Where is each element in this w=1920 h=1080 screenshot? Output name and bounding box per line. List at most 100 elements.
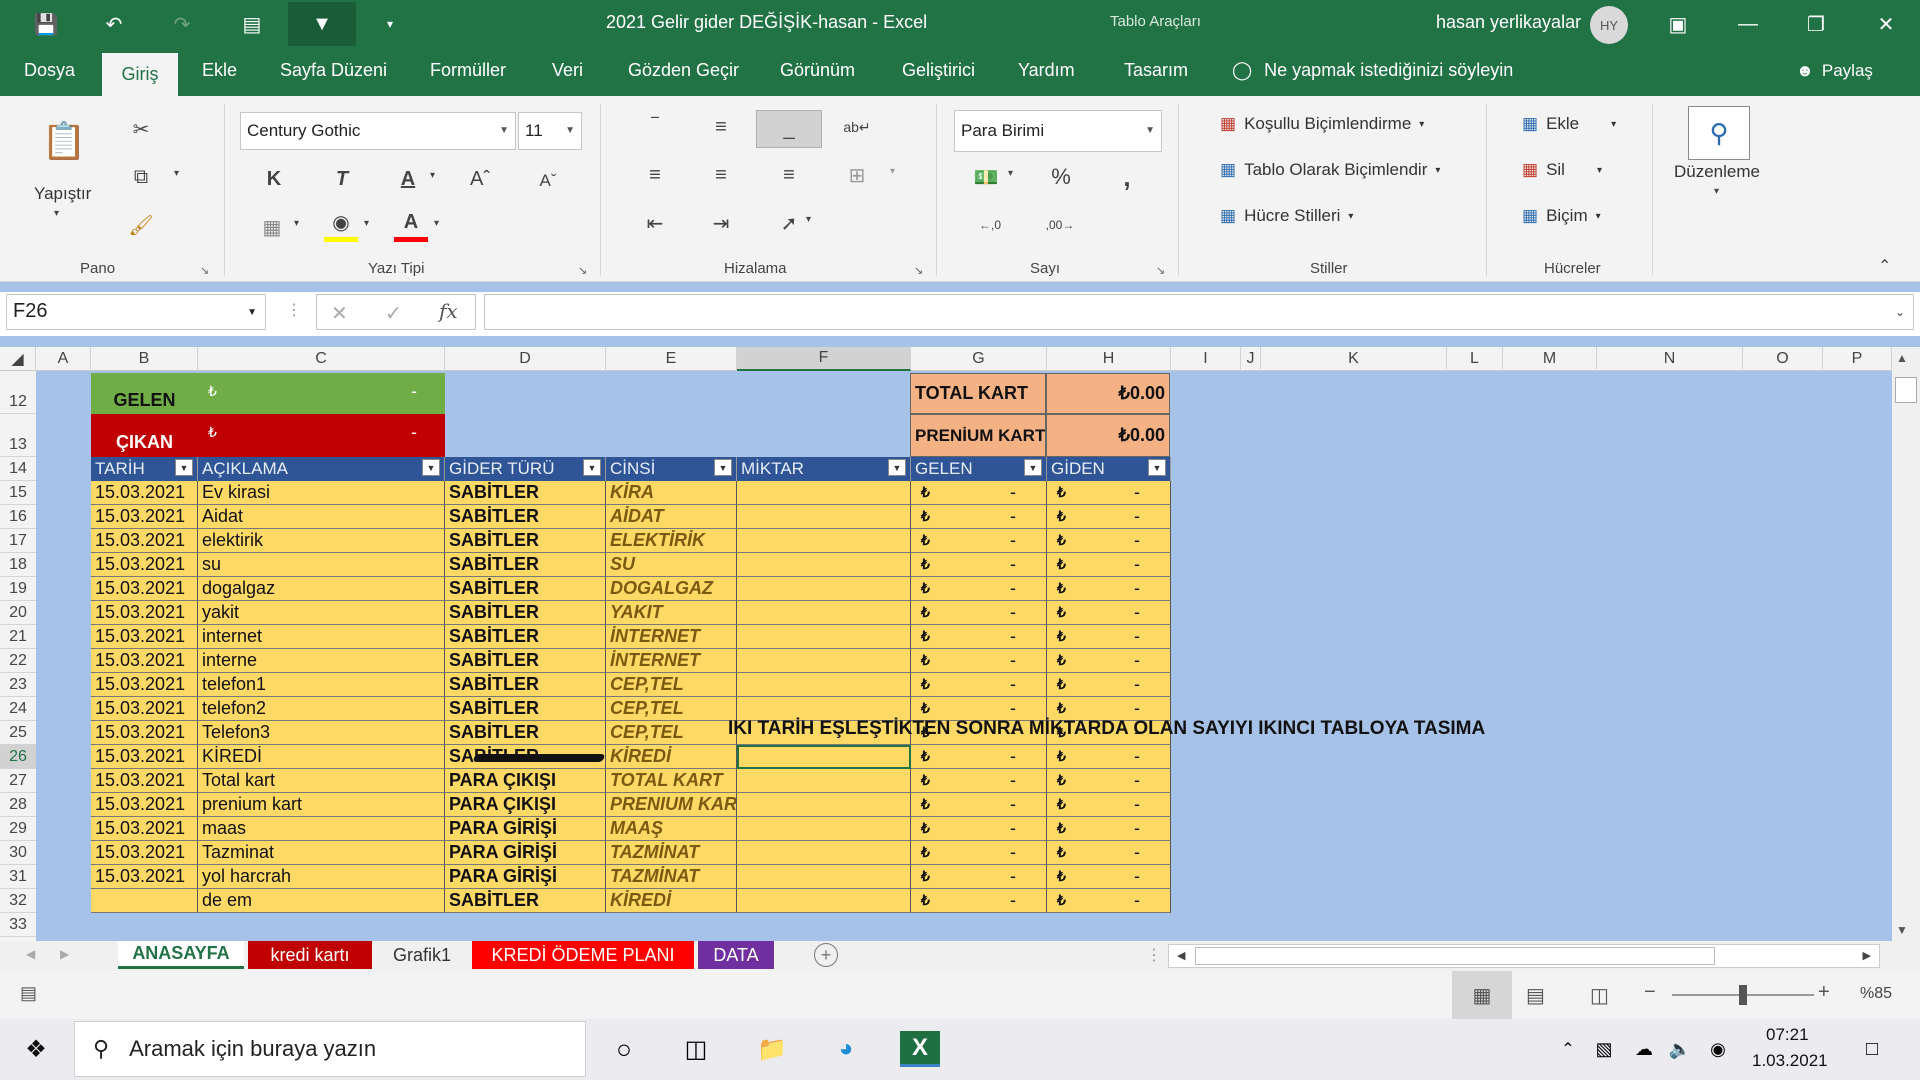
filter-dropdown-icon[interactable]: ▼ <box>422 459 440 476</box>
table-cell[interactable]: de em <box>198 889 445 913</box>
miktar-cell[interactable] <box>737 817 911 841</box>
orientation-dropdown-icon[interactable]: ▾ <box>806 214 811 225</box>
miktar-cell[interactable] <box>737 601 911 625</box>
filter-icon[interactable]: ▼ <box>288 2 356 46</box>
name-box[interactable]: F26 ▼ <box>6 294 266 330</box>
table-cell[interactable]: SABİTLER <box>445 889 606 913</box>
underline-dropdown-icon[interactable]: ▾ <box>430 170 435 181</box>
horizontal-scrollbar[interactable]: ◀ ▶ <box>1168 944 1880 968</box>
percent-style-icon[interactable]: % <box>1044 162 1078 192</box>
tab-formuller[interactable]: Formüller <box>430 60 506 81</box>
worksheet[interactable]: GELEN ₺ - ÇIKAN ₺ - TOTAL KART ₺0.00 PRE… <box>36 371 1892 941</box>
column-title[interactable]: AÇIKLAMA ▼ <box>198 457 445 481</box>
table-cell[interactable]: PARA GİRİŞİ <box>445 865 606 889</box>
table-cell[interactable]: 15.03.2021 <box>91 745 198 769</box>
miktar-cell[interactable] <box>737 841 911 865</box>
table-cell[interactable]: SABİTLER <box>445 577 606 601</box>
row-header[interactable]: 20 <box>0 601 36 625</box>
volume-icon[interactable]: 🔈 <box>1660 1031 1700 1067</box>
table-cell[interactable]: 15.03.2021 <box>91 601 198 625</box>
giden-cell[interactable]: ₺ - <box>1047 577 1171 601</box>
table-cell[interactable]: TAZMİNAT <box>606 841 737 865</box>
fill-color-dropdown-icon[interactable]: ▾ <box>364 218 369 229</box>
table-cell[interactable]: YAKIT <box>606 601 737 625</box>
format-as-table-button[interactable]: ▦ Tablo Olarak Biçimlendir ▾ <box>1220 160 1440 180</box>
giden-cell[interactable]: ₺ - <box>1047 889 1171 913</box>
formula-input[interactable]: ⌄ <box>484 294 1914 330</box>
column-header[interactable]: O <box>1743 347 1823 371</box>
filter-dropdown-icon[interactable]: ▼ <box>175 459 193 476</box>
column-header[interactable]: D <box>445 347 606 371</box>
row-header[interactable]: 30 <box>0 841 36 865</box>
gelen-cell[interactable]: ₺ - <box>911 841 1047 865</box>
zoom-out-icon[interactable]: − <box>1644 981 1656 1004</box>
undo-icon[interactable]: ↶ <box>98 9 130 39</box>
miktar-cell[interactable] <box>737 649 911 673</box>
pano-launcher-icon[interactable]: ↘ <box>200 264 209 277</box>
row-header[interactable]: 15 <box>0 481 36 505</box>
decrease-decimal-icon[interactable]: ,00→ <box>1040 208 1080 242</box>
font-name-select[interactable]: Century Gothic ▼ <box>240 112 516 150</box>
giden-cell[interactable]: ₺ - <box>1047 625 1171 649</box>
tab-sayfa-duzeni[interactable]: Sayfa Düzeni <box>280 60 387 81</box>
table-cell[interactable]: KİREDİ <box>606 889 737 913</box>
column-title[interactable]: GİDEN ▼ <box>1047 457 1171 481</box>
restore-icon[interactable]: ❐ <box>1796 8 1836 40</box>
scroll-thumb[interactable] <box>1195 947 1715 965</box>
miktar-cell[interactable] <box>737 553 911 577</box>
table-cell[interactable]: yol harcrah <box>198 865 445 889</box>
filter-dropdown-icon[interactable]: ▼ <box>1148 459 1166 476</box>
editing-dropdown-icon[interactable]: ▾ <box>1714 186 1719 197</box>
filter-dropdown-icon[interactable]: ▼ <box>888 459 906 476</box>
taskbar-search[interactable]: ⚲ Aramak için buraya yazın <box>74 1021 586 1077</box>
gelen-cell[interactable]: ₺ - <box>911 601 1047 625</box>
table-cell[interactable]: SABİTLER <box>445 481 606 505</box>
notifications-icon[interactable]: □ <box>1852 1031 1892 1067</box>
column-header[interactable]: K <box>1261 347 1447 371</box>
redo-icon[interactable]: ↷ <box>166 9 198 39</box>
save-icon[interactable]: 💾 <box>30 9 62 39</box>
ribbon-display-icon[interactable]: ▣ <box>1658 8 1698 40</box>
prev-sheet-icon[interactable]: ◀ <box>26 947 35 961</box>
column-title[interactable]: GİDER TÜRÜ ▼ <box>445 457 606 481</box>
battery-icon[interactable]: ▧ <box>1584 1031 1624 1067</box>
accounting-dropdown-icon[interactable]: ▾ <box>1008 168 1013 179</box>
column-header-selected[interactable]: F <box>737 347 911 371</box>
row-header[interactable]: 29 <box>0 817 36 841</box>
miktar-cell[interactable] <box>737 673 911 697</box>
cancel-icon[interactable]: ✕ <box>331 301 348 326</box>
miktar-cell[interactable] <box>737 889 911 913</box>
miktar-cell[interactable] <box>737 529 911 553</box>
borders-dropdown-icon[interactable]: ▾ <box>294 218 299 229</box>
tab-dosya[interactable]: Dosya <box>24 60 75 81</box>
excel-taskbar-icon[interactable]: X <box>900 1031 940 1067</box>
column-header[interactable]: M <box>1503 347 1597 371</box>
insert-function-icon[interactable]: fx <box>439 299 458 323</box>
customize-qat-icon[interactable]: ▾ <box>374 9 406 39</box>
align-middle-icon[interactable]: ≡ <box>706 112 736 142</box>
increase-decimal-icon[interactable]: ←,0 <box>970 208 1010 242</box>
align-top-icon[interactable]: ‾ <box>640 112 670 142</box>
share-button[interactable]: ☻ Paylaş <box>1796 61 1873 81</box>
borders-icon[interactable]: ▦ <box>256 212 288 242</box>
tab-gozden-gecir[interactable]: Gözden Geçir <box>628 60 739 81</box>
search-icon[interactable]: ⚲ <box>1688 106 1750 160</box>
sheet-tab-anasayfa[interactable]: ANASAYFA <box>118 941 244 969</box>
column-header[interactable]: B <box>91 347 198 371</box>
table-cell[interactable]: KİREDİ <box>606 745 737 769</box>
table-cell[interactable]: interne <box>198 649 445 673</box>
edge-icon[interactable]: ◕ <box>826 1031 866 1067</box>
align-center-icon[interactable]: ≡ <box>706 160 736 190</box>
table-cell[interactable]: PARA ÇIKIŞI <box>445 769 606 793</box>
cortana-icon[interactable]: ○ <box>604 1031 644 1067</box>
merge-dropdown-icon[interactable]: ▾ <box>890 166 895 177</box>
row-header[interactable]: 27 <box>0 769 36 793</box>
table-cell[interactable]: 15.03.2021 <box>91 865 198 889</box>
filter-dropdown-icon[interactable]: ▼ <box>714 459 732 476</box>
row-header[interactable]: 14 <box>0 457 36 481</box>
gelen-cell[interactable]: ₺ - <box>911 769 1047 793</box>
gelen-cell[interactable]: ₺ - <box>911 817 1047 841</box>
page-break-icon[interactable]: ◫ <box>1590 983 1609 1008</box>
merge-center-icon[interactable]: ⊞ <box>840 160 874 190</box>
table-cell[interactable]: 15.03.2021 <box>91 649 198 673</box>
